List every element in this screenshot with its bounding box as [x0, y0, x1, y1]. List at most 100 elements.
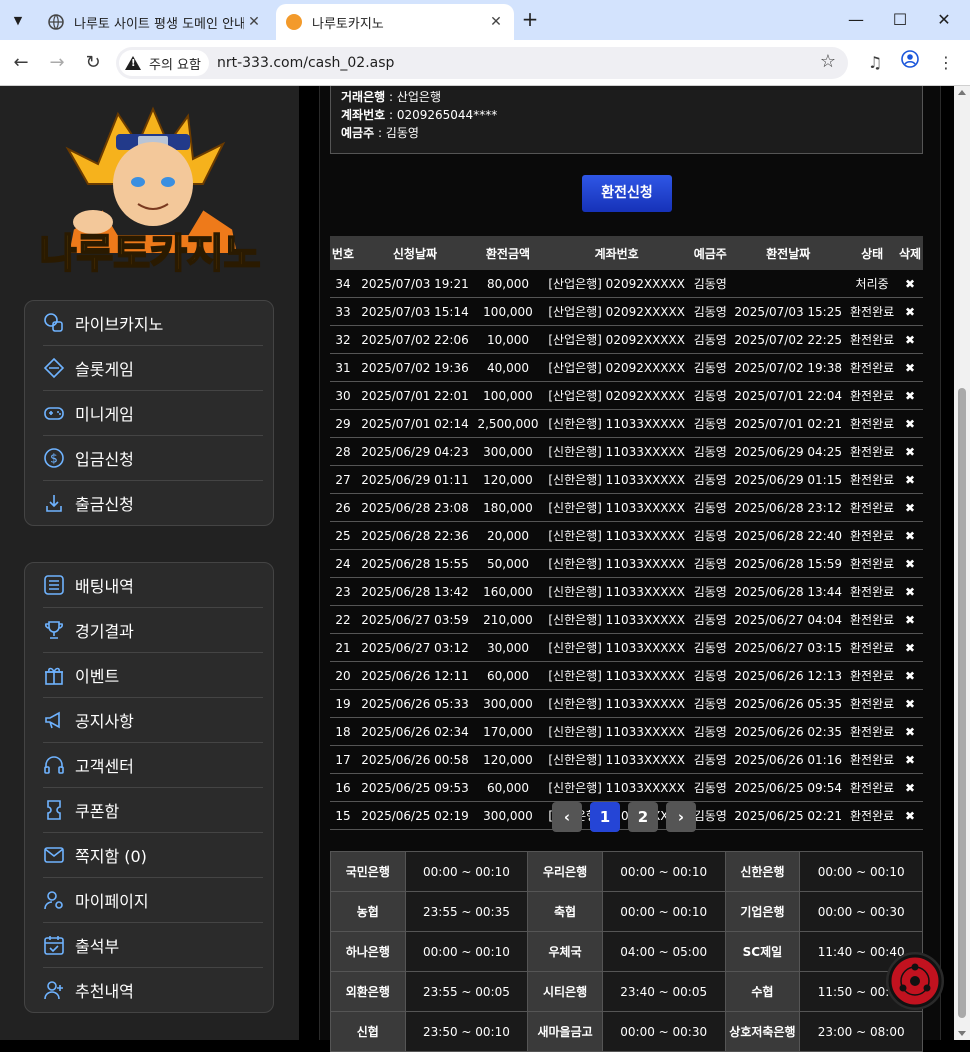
tab-title: 나루토 사이트 평생 도메인 안내	[74, 16, 244, 32]
table-cell: 김동영	[691, 493, 730, 522]
maximize-icon[interactable]: ☐	[878, 6, 922, 34]
warning-icon	[125, 56, 141, 70]
sidebar-item-withdraw[interactable]: 출금신청	[43, 481, 263, 525]
delete-icon[interactable]: ✖	[896, 717, 923, 746]
table-cell: 2025/06/28 22:40	[729, 521, 848, 550]
bookmark-star-icon[interactable]: ☆	[820, 51, 836, 72]
table-cell: 300,000	[474, 437, 542, 466]
table-cell: 2025/06/25 09:54	[729, 773, 848, 802]
sidebar-item-live-casino[interactable]: 라이브카지노	[43, 301, 263, 346]
diamond-icon	[43, 357, 65, 379]
sharingan-chat-icon[interactable]	[886, 952, 944, 1010]
table-cell: [신한은행] 11033XXXXX	[541, 465, 692, 494]
table-cell: 2025/06/26 02:34	[355, 717, 474, 746]
sidebar-item-coupon[interactable]: 쿠폰함	[43, 788, 263, 833]
delete-icon[interactable]: ✖	[896, 549, 923, 578]
new-tab-icon[interactable]: +	[518, 8, 542, 32]
scrollbar-thumb[interactable]	[958, 388, 966, 1018]
sidebar-item-bet-history[interactable]: 배팅내역	[43, 563, 263, 608]
sidebar-item-results[interactable]: 경기결과	[43, 608, 263, 653]
sidebar-item-deposit[interactable]: $ 입금신청	[43, 436, 263, 481]
delete-icon[interactable]: ✖	[896, 325, 923, 354]
table-cell: 15	[330, 801, 356, 830]
delete-icon[interactable]: ✖	[896, 297, 923, 326]
delete-icon[interactable]: ✖	[896, 381, 923, 410]
delete-icon[interactable]: ✖	[896, 605, 923, 634]
sidebar-item-attendance[interactable]: 출석부	[43, 923, 263, 968]
delete-icon[interactable]: ✖	[896, 577, 923, 606]
page-scrollbar[interactable]	[954, 86, 970, 1040]
sidebar-item-referral[interactable]: 추천내역	[43, 968, 263, 1012]
delete-icon[interactable]: ✖	[896, 353, 923, 382]
delete-icon[interactable]: ✖	[896, 493, 923, 522]
delete-icon[interactable]: ✖	[896, 465, 923, 494]
delete-icon[interactable]: ✖	[896, 745, 923, 774]
sidebar-item-event[interactable]: 이벤트	[43, 653, 263, 698]
delete-icon[interactable]: ✖	[896, 801, 923, 830]
tab-search-icon[interactable]: ▼	[6, 8, 30, 32]
site-logo[interactable]: 나루토카지노	[28, 104, 273, 284]
window-close-icon[interactable]: ✕	[922, 6, 966, 34]
delete-icon[interactable]: ✖	[896, 270, 923, 298]
gamepad-icon	[43, 402, 65, 424]
back-arrow-icon[interactable]: ←	[8, 50, 34, 76]
next-page-icon[interactable]: ›	[666, 802, 696, 832]
delete-icon[interactable]: ✖	[896, 409, 923, 438]
scroll-up-icon[interactable]	[958, 90, 966, 95]
sidebar-item-slot[interactable]: 슬롯게임	[43, 346, 263, 391]
forward-arrow-icon[interactable]: →	[44, 50, 70, 76]
bank-row: 거래은행 : 산업은행	[341, 90, 442, 104]
delete-icon[interactable]: ✖	[896, 689, 923, 718]
tab-close-icon[interactable]: ✕	[244, 14, 264, 30]
sidebar-item-mini-game[interactable]: 미니게임	[43, 391, 263, 436]
media-control-icon[interactable]: ♫	[862, 50, 888, 76]
maintenance-time: 23:00 ~ 08:00	[799, 1011, 923, 1052]
table-cell: 28	[330, 437, 356, 466]
bank-name: 외환은행	[330, 971, 406, 1012]
reload-icon[interactable]: ↻	[80, 50, 106, 76]
table-cell: [신한은행] 11033XXXXX	[541, 661, 692, 690]
maintenance-time: 00:00 ~ 00:10	[404, 851, 529, 892]
table-cell: 환전완료	[847, 297, 897, 326]
sidebar-item-notice[interactable]: 공지사항	[43, 698, 263, 743]
sidebar-item-support[interactable]: 고객센터	[43, 743, 263, 788]
prev-page-icon[interactable]: ‹	[552, 802, 582, 832]
user-plus-icon	[43, 979, 65, 1001]
delete-icon[interactable]: ✖	[896, 521, 923, 550]
table-cell: 27	[330, 465, 356, 494]
scroll-down-icon[interactable]	[958, 1031, 966, 1036]
holder-label: 예금주	[341, 126, 375, 140]
table-row: 28 2025/06/29 04:23 300,000 [신한은행] 11033XXX…	[330, 437, 923, 466]
sidebar-item-mypage[interactable]: 마이페이지	[43, 878, 263, 923]
tab-title: 나루토카지노	[312, 16, 384, 32]
sidebar-item-label: 추천내역	[75, 982, 134, 1001]
page-1-button[interactable]: 1	[590, 802, 620, 832]
table-cell: 23	[330, 577, 356, 606]
delete-icon[interactable]: ✖	[896, 773, 923, 802]
security-chip[interactable]: 주의 요함	[119, 50, 209, 76]
tab-close-icon[interactable]: ✕	[486, 14, 506, 30]
table-cell: 2025/07/02 19:36	[355, 353, 474, 382]
delete-icon[interactable]: ✖	[896, 633, 923, 662]
delete-icon[interactable]: ✖	[896, 437, 923, 466]
url-text[interactable]: nrt-333.com/cash_02.asp	[217, 55, 394, 71]
table-cell: 29	[330, 409, 356, 438]
browser-tab-1[interactable]: 나루토 사이트 평생 도메인 안내 ✕	[38, 4, 272, 40]
delete-icon[interactable]: ✖	[896, 661, 923, 690]
table-cell: 60,000	[474, 773, 542, 802]
omnibox[interactable]: 주의 요함 nrt-333.com/cash_02.asp ☆	[116, 47, 848, 79]
table-cell: 180,000	[474, 493, 542, 522]
table-cell: 17	[330, 745, 356, 774]
minimize-icon[interactable]: —	[834, 6, 878, 34]
sidebar-item-messages[interactable]: 쪽지함 (0)	[43, 833, 263, 878]
browser-tab-bar: ▼ 나루토 사이트 평생 도메인 안내 ✕ 나루토카지노 ✕ + — ☐ ✕	[0, 0, 970, 40]
table-cell: 2025/06/27 03:59	[355, 605, 474, 634]
page-2-button[interactable]: 2	[628, 802, 658, 832]
browser-tab-2[interactable]: 나루토카지노 ✕	[276, 4, 514, 40]
withdraw-submit-button[interactable]: 환전신청	[582, 175, 672, 212]
table-row: 27 2025/06/29 01:11 120,000 [신한은행] 11033XXX…	[330, 465, 923, 494]
profile-icon[interactable]	[897, 50, 923, 76]
table-cell: [신한은행] 11033XXXXX	[541, 633, 692, 662]
kebab-menu-icon[interactable]: ⋮	[933, 50, 959, 76]
table-cell: 2025/07/02 22:25	[729, 325, 848, 354]
